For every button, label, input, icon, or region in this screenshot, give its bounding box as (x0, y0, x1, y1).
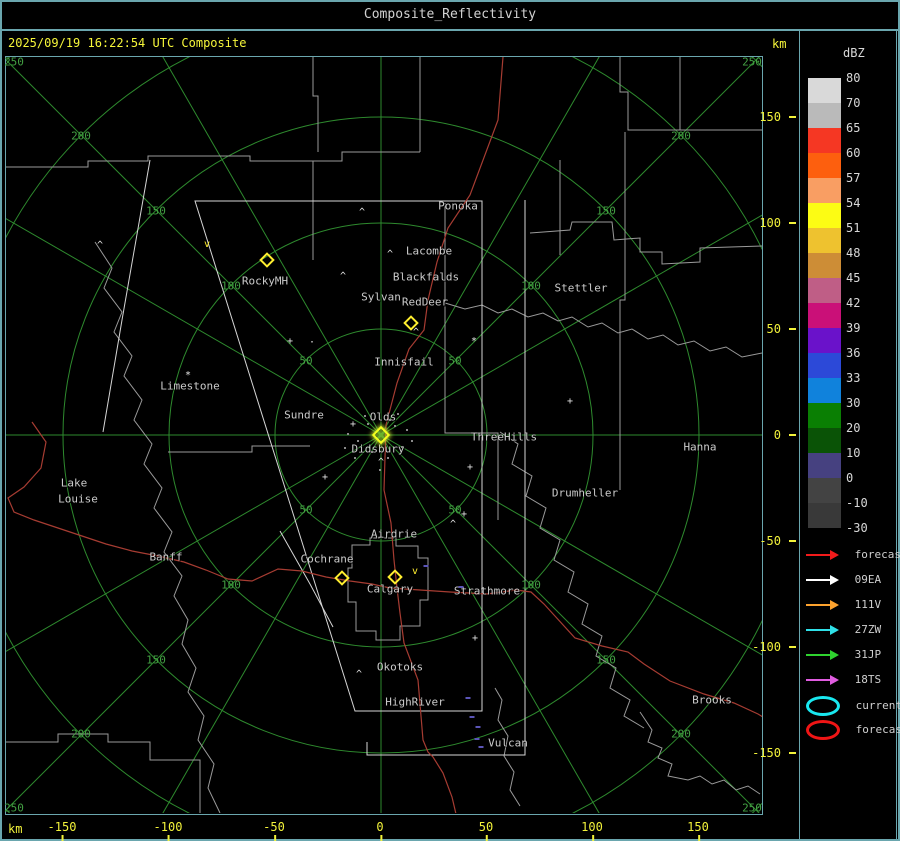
colorbar-title: dBZ (843, 46, 865, 60)
x-axis-unit-label: km (8, 822, 23, 836)
map-viewport-frame (5, 56, 763, 815)
legend-panel-frame (799, 30, 897, 840)
radar-app-window: Composite_Reflectivity 2025/09/19 16:22:… (0, 0, 900, 841)
